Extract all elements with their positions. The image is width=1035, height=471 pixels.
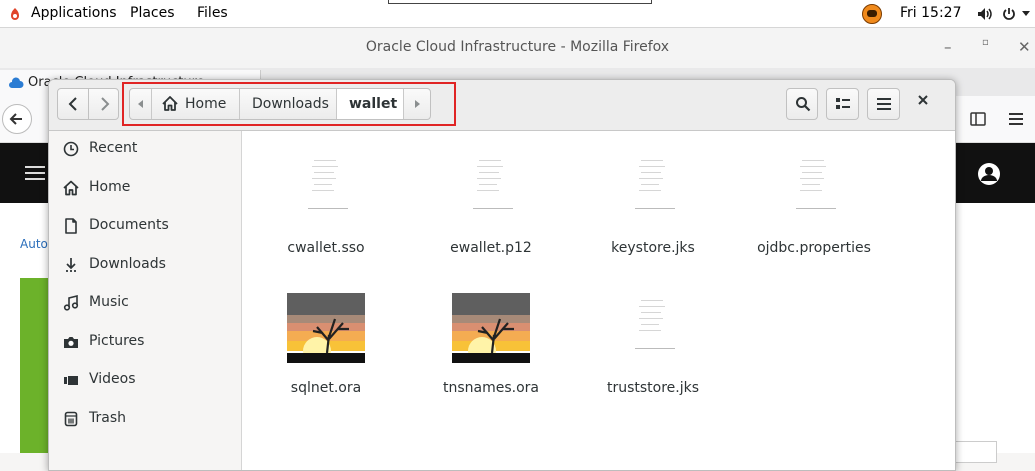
hamburger-menu-icon[interactable] — [25, 165, 45, 181]
activity-indicator — [388, 0, 652, 4]
file-manager-header-bar: Home Downloads wallet — [49, 80, 955, 131]
page-accent-block — [20, 278, 50, 453]
sidebar-item-label: Downloads — [89, 256, 166, 272]
sidebar-item-music[interactable]: Music — [49, 285, 241, 323]
file-item-tnsnames-ora[interactable]: tnsnames.ora — [416, 271, 566, 401]
sidebar-item-label: Videos — [89, 371, 136, 387]
file-item-ojdbc-properties[interactable]: ojdbc.properties — [739, 131, 889, 261]
sidebar-item-label: Trash — [89, 410, 126, 426]
hamburger-icon — [877, 97, 891, 111]
home-icon — [63, 180, 79, 196]
file-name: truststore.jks — [606, 380, 700, 396]
image-thumbnail-icon — [452, 293, 530, 363]
document-thumbnail-icon — [635, 296, 675, 349]
cloud-icon — [8, 77, 24, 89]
file-item-ewallet-p12[interactable]: ewallet.p12 — [416, 131, 566, 261]
file-name: keystore.jks — [611, 240, 695, 256]
file-item-truststore-jks[interactable]: truststore.jks — [578, 271, 728, 401]
volume-icon[interactable] — [977, 7, 993, 21]
file-name: cwallet.sso — [287, 240, 365, 256]
sidebar-item-documents[interactable]: Documents — [49, 208, 241, 246]
path-crumb-wallet[interactable]: wallet — [337, 89, 404, 119]
sidebar-item-home[interactable]: Home — [49, 170, 241, 208]
power-icon[interactable] — [1002, 7, 1016, 21]
places-sidebar: Recent Home Documents Downloads Music Pi… — [49, 131, 242, 470]
minimize-icon[interactable]: – — [944, 38, 952, 56]
sidebar-item-label: Pictures — [89, 333, 145, 349]
sidebar-item-label: Recent — [89, 140, 138, 156]
file-manager-window: Home Downloads wallet Recent Home Docume… — [48, 79, 956, 471]
maximize-icon[interactable]: ▫ — [982, 37, 989, 48]
window-close-icon[interactable]: ✕ — [1018, 38, 1031, 56]
trash-icon — [63, 411, 79, 427]
places-menu[interactable]: Places — [130, 5, 175, 21]
firefox-menu-icon[interactable] — [1008, 112, 1024, 126]
camera-icon — [63, 334, 79, 350]
profile-icon[interactable] — [978, 163, 1000, 185]
system-menu-arrow-icon[interactable] — [1022, 11, 1030, 17]
firefox-back-button[interactable] — [2, 104, 32, 134]
home-icon — [162, 96, 178, 111]
path-scroll-right-button[interactable] — [404, 89, 430, 119]
file-name: sqlnet.ora — [290, 380, 362, 396]
file-name: ewallet.p12 — [450, 240, 532, 256]
file-item-sqlnet-ora[interactable]: sqlnet.ora — [251, 271, 401, 401]
applications-menu[interactable]: Applications — [31, 5, 117, 21]
path-scroll-left-button[interactable] — [130, 89, 152, 119]
path-bar: Home Downloads wallet — [129, 88, 431, 120]
view-toggle-button[interactable] — [826, 88, 859, 120]
list-view-icon — [836, 97, 850, 111]
path-crumb-downloads[interactable]: Downloads — [240, 89, 337, 119]
file-name: ojdbc.properties — [757, 240, 871, 256]
sidebar-item-downloads[interactable]: Downloads — [49, 247, 241, 285]
files-menu[interactable]: Files — [197, 5, 228, 21]
clock[interactable]: Fri 15:27 — [900, 5, 961, 21]
path-crumb-label: wallet — [349, 96, 398, 112]
system-top-bar: Applications Places Files Fri 15:27 — [0, 0, 1035, 28]
sidebar-item-trash[interactable]: Trash — [49, 401, 241, 439]
sidebar-item-label: Music — [89, 294, 129, 310]
back-button[interactable] — [58, 89, 89, 119]
sidebar-item-videos[interactable]: Videos — [49, 362, 241, 400]
document-thumbnail-icon — [796, 156, 836, 209]
menu-button[interactable] — [867, 88, 900, 120]
document-thumbnail-icon — [473, 156, 513, 209]
path-crumb-label: Home — [185, 96, 227, 112]
applications-icon — [9, 7, 21, 21]
file-grid: cwallet.sso ewallet.p12 keystore.jks ojd… — [242, 131, 955, 470]
sidebar-item-pictures[interactable]: Pictures — [49, 324, 241, 362]
sidebar-toggle-icon[interactable] — [970, 112, 986, 126]
search-icon — [795, 96, 811, 112]
path-crumb-label: Downloads — [252, 96, 329, 112]
firefox-title-bar: Oracle Cloud Infrastructure - Mozilla Fi… — [0, 28, 1035, 68]
document-thumbnail-icon — [635, 156, 675, 209]
history-navigation — [57, 88, 119, 120]
firefox-window-title: Oracle Cloud Infrastructure - Mozilla Fi… — [365, 39, 670, 55]
file-item-keystore-jks[interactable]: keystore.jks — [578, 131, 728, 261]
music-icon — [63, 295, 79, 311]
page-input-box — [955, 441, 997, 463]
document-icon — [63, 218, 79, 234]
close-icon[interactable] — [917, 94, 929, 106]
document-thumbnail-icon — [308, 156, 348, 209]
video-icon — [63, 372, 79, 388]
download-icon — [63, 257, 79, 273]
user-avatar-icon[interactable] — [862, 4, 882, 24]
file-item-cwallet-sso[interactable]: cwallet.sso — [251, 131, 401, 261]
clock-icon — [63, 141, 79, 157]
image-thumbnail-icon — [287, 293, 365, 363]
search-button[interactable] — [786, 88, 818, 120]
file-name: tnsnames.ora — [442, 380, 539, 396]
forward-button[interactable] — [89, 89, 118, 119]
sidebar-item-label: Documents — [89, 217, 169, 233]
sidebar-item-label: Home — [89, 179, 131, 195]
sidebar-item-recent[interactable]: Recent — [49, 131, 241, 169]
path-crumb-home[interactable]: Home — [152, 89, 240, 119]
